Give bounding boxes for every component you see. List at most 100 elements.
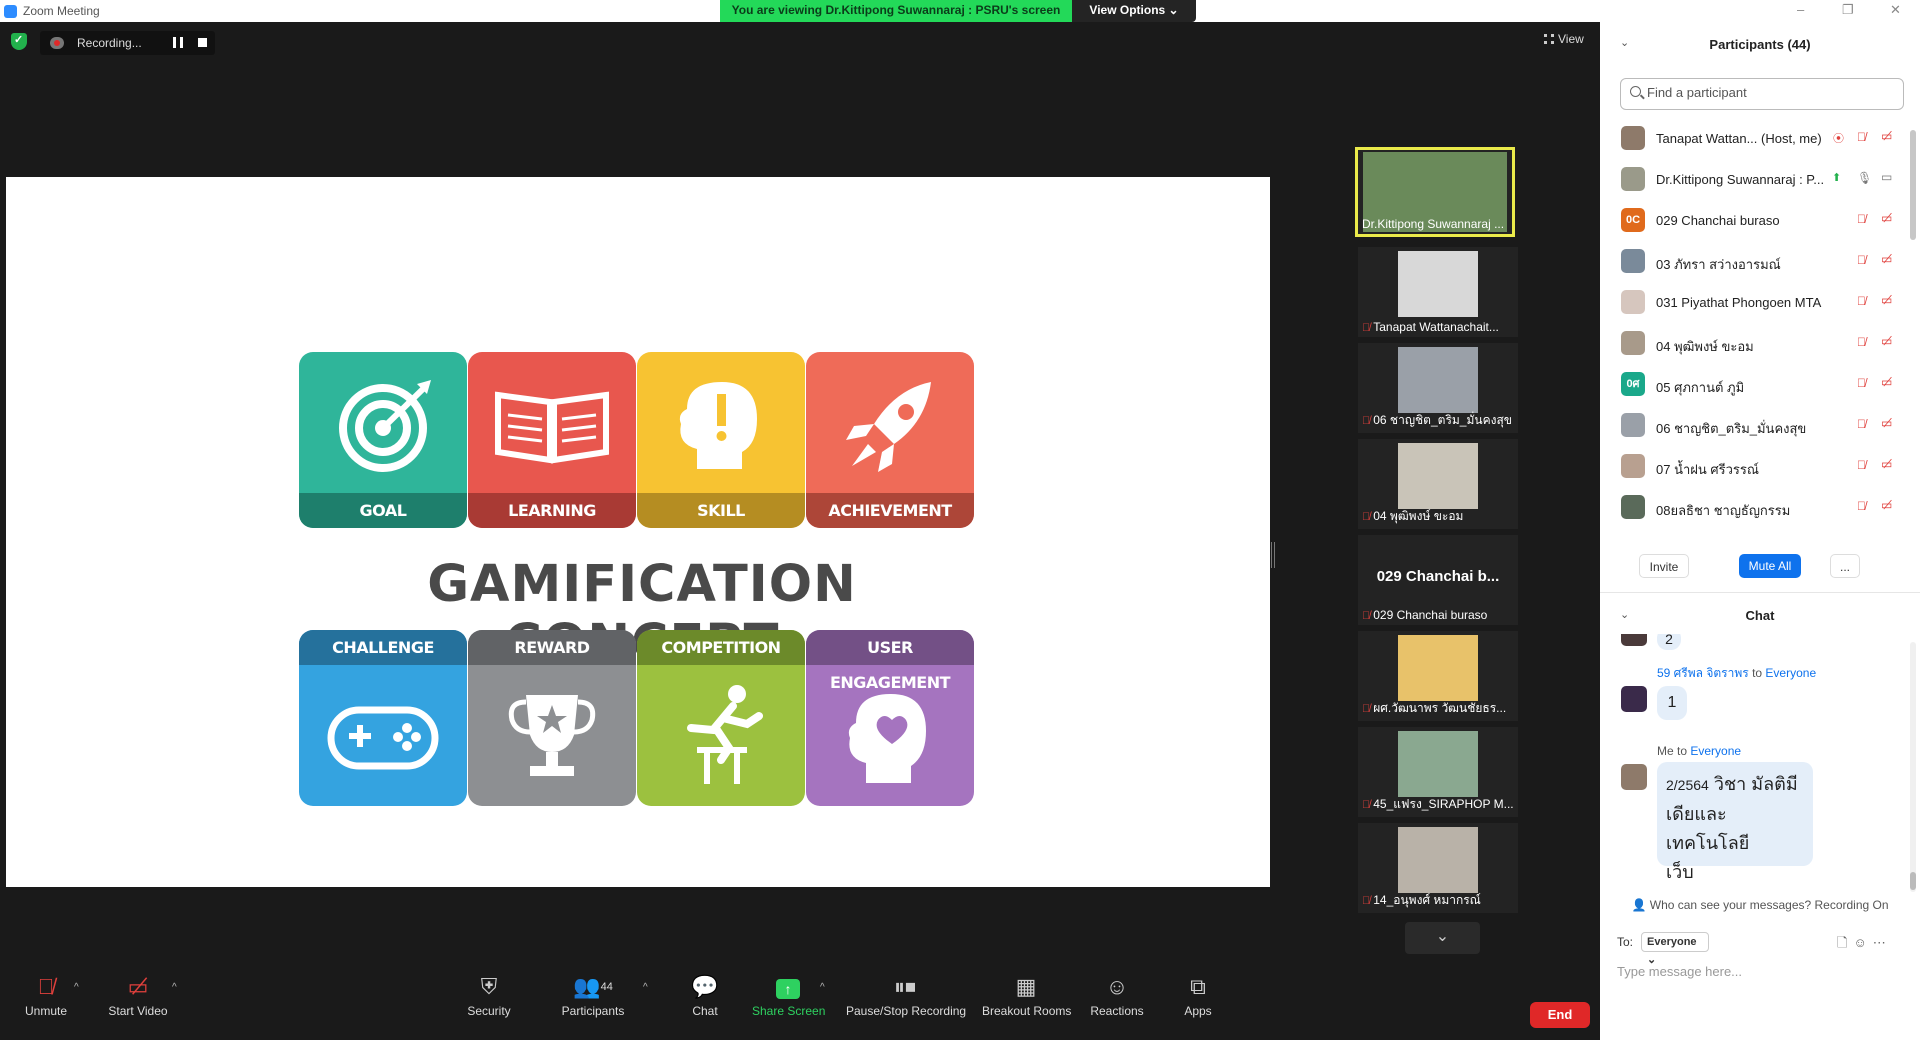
video-off-icon[interactable]: ▭̸: [1881, 211, 1892, 225]
start-video-button[interactable]: ▭̸ Start Video: [106, 972, 170, 1018]
chat-bubble: 2: [1657, 634, 1681, 650]
muted-mic-icon[interactable]: 🎙̸: [1857, 376, 1866, 390]
chat-title: Chat: [1745, 608, 1775, 623]
participants-button[interactable]: 👥44 Participants: [560, 972, 626, 1018]
film-tile-name: Dr.Kittipong Suwannaraj ...: [1362, 217, 1505, 231]
search-input[interactable]: [1647, 85, 1897, 100]
tile-label-learning: LEARNING: [468, 493, 636, 528]
video-off-icon[interactable]: ▭̸: [1881, 375, 1892, 389]
muted-mic-icon[interactable]: 🎙̸: [1857, 335, 1866, 349]
participants-scrollbar[interactable]: [1910, 130, 1916, 240]
breakout-rooms-button[interactable]: ▦ Breakout Rooms: [982, 972, 1071, 1018]
mic-icon[interactable]: 🎙: [1857, 171, 1872, 185]
video-off-icon[interactable]: ▭̸: [1881, 498, 1892, 512]
muted-mic-icon[interactable]: 🎙̸: [1857, 294, 1866, 308]
head-heart-icon: [848, 694, 926, 783]
film-tile-7[interactable]: 🎙̸ 45_แฟรง_SIRAPHOP M...: [1358, 727, 1518, 817]
avatar: [1621, 126, 1645, 150]
participant-row[interactable]: Tanapat Wattan... (Host, me) ⦿ 🎙̸ ▭̸: [1600, 118, 1908, 159]
view-options-button[interactable]: View Options ⌄: [1072, 0, 1196, 22]
muted-mic-icon[interactable]: 🎙̸: [1857, 212, 1866, 226]
unmute-button[interactable]: 🎙̸ Unmute: [22, 972, 70, 1018]
chat-message-input[interactable]: Type message here...: [1617, 964, 1897, 979]
view-button[interactable]: View: [1536, 28, 1590, 50]
more-icon[interactable]: ⋯: [1873, 935, 1892, 950]
minimize-icon[interactable]: –: [1797, 2, 1804, 17]
chat-button[interactable]: 💬 Chat: [685, 972, 725, 1018]
video-off-icon[interactable]: ▭̸: [1881, 293, 1892, 307]
muted-mic-icon[interactable]: 🎙̸: [1857, 458, 1866, 472]
chat-scrollbar[interactable]: [1910, 642, 1916, 892]
share-screen-icon: ↑: [752, 972, 824, 1002]
audio-options-caret[interactable]: ^: [74, 982, 79, 993]
muted-mic-icon[interactable]: 🎙̸: [1857, 499, 1866, 513]
video-off-icon: ▭̸: [127, 974, 149, 999]
person-lock-icon: 👤: [1631, 898, 1647, 912]
video-off-icon[interactable]: ▭̸: [1881, 129, 1892, 143]
apps-icon: ⧉: [1190, 974, 1206, 999]
chat-messages: 2 59 ศรีพล จิตราพร to Everyone 1 Me to E…: [1600, 634, 1908, 904]
restore-icon[interactable]: ❐: [1842, 2, 1854, 18]
participant-row[interactable]: 04 พุฒิพงษ์ ขะอม 🎙̸ ▭̸: [1600, 323, 1908, 364]
pause-recording-icon[interactable]: [173, 37, 183, 48]
film-tile-4[interactable]: 🎙̸ 04 พุฒิพงษ์ ขะอม: [1358, 439, 1518, 529]
shield-icon: ⛨: [480, 974, 498, 999]
participant-row[interactable]: 0C 029 Chanchai buraso 🎙̸ ▭̸: [1600, 200, 1908, 241]
participant-row[interactable]: 07 น้ำฝน ศรีวรรณ์ 🎙̸ ▭̸: [1600, 446, 1908, 487]
muted-mic-icon: 🎙̸: [37, 974, 55, 999]
stop-recording-icon[interactable]: [198, 38, 207, 47]
message-header: Me to Everyone: [1657, 744, 1742, 758]
film-tile-8[interactable]: 🎙̸ 14_อนุพงศ์ หมากรณ์: [1358, 823, 1518, 913]
participant-row[interactable]: 08ยลธิชา ชาญธัญกรรม 🎙̸ ▭̸: [1600, 487, 1908, 528]
muted-mic-icon[interactable]: 🎙̸: [1857, 417, 1866, 431]
share-screen-button[interactable]: ↑ Share Screen: [752, 972, 825, 1018]
pause-stop-icon: ⏸⏹: [893, 974, 916, 999]
participant-row[interactable]: 031 Piyathat Phongoen MTA 🎙̸ ▭̸: [1600, 282, 1908, 323]
close-icon[interactable]: ✕: [1890, 2, 1901, 18]
more-options-button[interactable]: ...: [1830, 554, 1860, 578]
video-off-icon[interactable]: ▭̸: [1881, 416, 1892, 430]
video-off-icon[interactable]: ▭̸: [1881, 334, 1892, 348]
share-options-caret[interactable]: ^: [820, 982, 825, 993]
invite-button[interactable]: Invite: [1639, 554, 1689, 578]
pause-stop-recording-button[interactable]: ⏸⏹ Pause/Stop Recording: [846, 972, 966, 1018]
participant-row[interactable]: 03 ภัทรา สว่างอารมณ์ 🎙̸ ▭̸: [1600, 241, 1908, 282]
hurdle-icon: [687, 685, 763, 784]
video-off-icon[interactable]: ▭̸: [1881, 457, 1892, 471]
reactions-button[interactable]: ☺ Reactions: [1090, 972, 1144, 1018]
video-off-icon[interactable]: ▭̸: [1881, 252, 1892, 266]
participant-row[interactable]: Dr.Kittipong Suwannaraj : P... ⬆ 🎙 ▭: [1600, 159, 1908, 200]
participant-row[interactable]: 0ศ 05 ศุภกานต์ ภูมิ 🎙̸ ▭̸: [1600, 364, 1908, 405]
muted-mic-icon[interactable]: 🎙̸: [1857, 130, 1866, 144]
film-tile-3[interactable]: 🎙̸ 06 ชาญชิต_ตริม_มั่นคงสุข: [1358, 343, 1518, 433]
film-tile-2[interactable]: 🎙̸ Tanapat Wattanachait...: [1358, 247, 1518, 337]
filmstrip-next-button[interactable]: ⌄: [1405, 922, 1480, 954]
film-tile-6[interactable]: 🎙̸ ผศ.วัฒนาพร วัฒนชัยธร...: [1358, 631, 1518, 721]
participants-options-caret[interactable]: ^: [643, 982, 648, 993]
rocket-icon: [846, 382, 931, 472]
film-tile-name: 14_อนุพงศ์ หมากรณ์: [1373, 893, 1481, 907]
emoji-icon[interactable]: ☺: [1853, 935, 1872, 950]
apps-button[interactable]: ⧉ Apps: [1180, 972, 1216, 1018]
muted-mic-icon: 🎙̸: [1362, 895, 1371, 907]
splitter-handle[interactable]: [1271, 542, 1275, 568]
film-tile-5[interactable]: 029 Chanchai b... 🎙̸ 029 Chanchai buraso: [1358, 535, 1518, 625]
breakout-rooms-icon: ▦: [1015, 974, 1037, 999]
who-can-see-link[interactable]: 👤 Who can see your messages? Recording O…: [1600, 898, 1920, 912]
participants-actions: Invite Mute All ...: [1600, 554, 1920, 584]
recipient-select[interactable]: Everyone ⌄: [1641, 932, 1709, 966]
video-options-caret[interactable]: ^: [172, 982, 177, 993]
encryption-shield-icon[interactable]: [11, 33, 27, 50]
participant-search[interactable]: [1620, 78, 1904, 110]
muted-mic-icon[interactable]: 🎙̸: [1857, 253, 1866, 267]
chat-header: ⌄ Chat: [1600, 604, 1920, 634]
participant-row[interactable]: 06 ชาญชิต_ตริม_มั่นคงสุข 🎙̸ ▭̸: [1600, 405, 1908, 446]
film-tile-speaker[interactable]: Dr.Kittipong Suwannaraj ...: [1355, 147, 1515, 237]
mute-all-button[interactable]: Mute All: [1739, 554, 1801, 578]
security-button[interactable]: ⛨ Security: [465, 972, 513, 1018]
tile-goal: GOAL: [299, 352, 467, 528]
file-icon[interactable]: 🗋: [1837, 935, 1853, 950]
head-exclaim-icon: [679, 382, 757, 469]
video-on-icon[interactable]: ▭: [1881, 170, 1892, 184]
end-meeting-button[interactable]: End: [1530, 1002, 1590, 1028]
